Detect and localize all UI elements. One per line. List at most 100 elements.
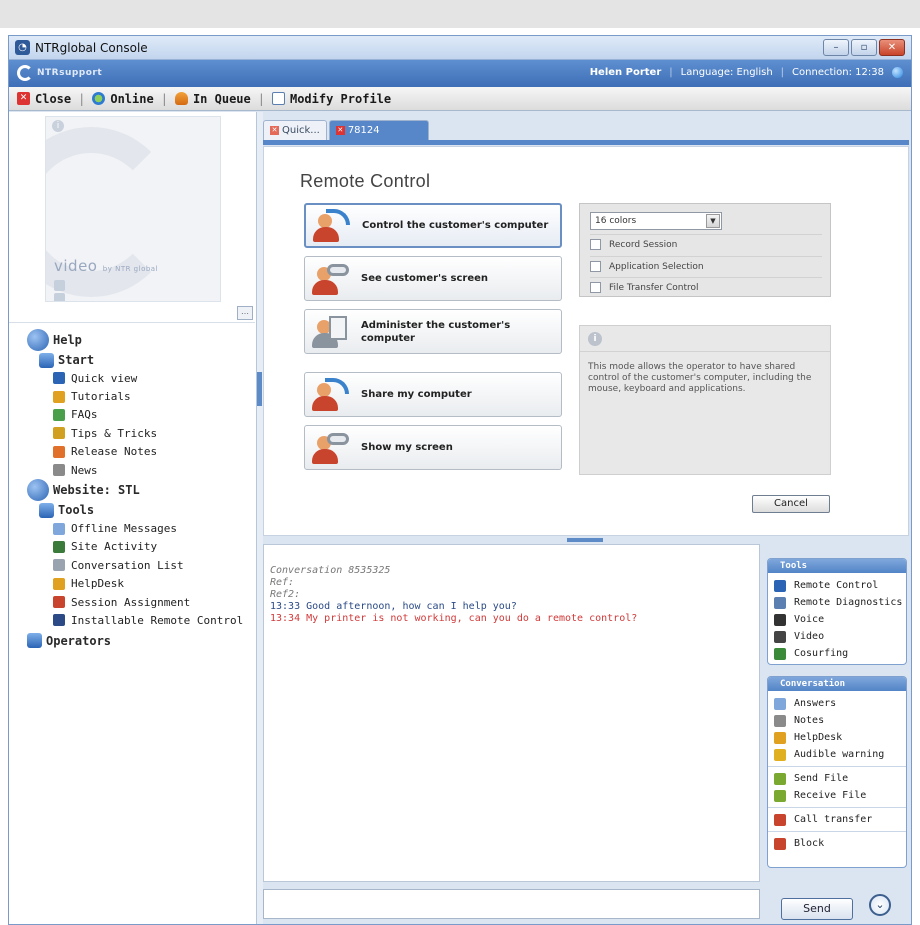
tree-item-installable-remote-control[interactable]: Installable Remote Control (9, 611, 255, 629)
modify-profile-button[interactable]: Modify Profile (271, 92, 391, 106)
button-label: See customer's screen (361, 273, 489, 284)
video-mic-icon[interactable] (54, 280, 65, 291)
help-label: Help (53, 333, 82, 347)
maximize-button[interactable]: ▫ (851, 39, 877, 56)
tools-section[interactable]: Tools (9, 501, 255, 519)
control-computer-button[interactable]: Control the customer's computer (304, 203, 562, 248)
file-transfer-checkbox[interactable]: File Transfer Control (590, 277, 822, 295)
operator-name: Helen Porter (589, 67, 662, 78)
splitter-grip[interactable] (567, 538, 603, 542)
tab-close-icon[interactable]: ✕ (335, 126, 345, 135)
tree-item-quick-view[interactable]: Quick view (9, 369, 255, 387)
conversation-action-call-transfer[interactable]: Call transfer (768, 811, 906, 828)
collapse-video-button[interactable]: … (237, 306, 253, 320)
checkbox-label: Record Session (609, 239, 678, 250)
splitter-grip[interactable] (257, 372, 262, 406)
title-bar: ◔ NTRglobal Console – ▫ ✕ (9, 36, 911, 60)
tool-remote-diagnostics[interactable]: Remote Diagnostics (768, 594, 906, 611)
in-queue-button[interactable]: In Queue (174, 92, 251, 106)
mode-description-box: i This mode allows the operator to have … (579, 325, 831, 475)
tool-cosurfing[interactable]: Cosurfing (768, 645, 906, 662)
conversation-action-helpdesk[interactable]: HelpDesk (768, 729, 906, 746)
operators-section[interactable]: Operators (9, 630, 255, 652)
checkbox-box[interactable] (590, 282, 601, 293)
tree-item-label: Site Activity (71, 540, 158, 554)
video-settings-icon[interactable] (54, 293, 65, 301)
tree-item-faqs[interactable]: FAQs (9, 406, 255, 424)
window-controls: – ▫ ✕ (823, 39, 905, 56)
start-items: Quick view Tutorials FAQs Tips & Tricks Rele… (9, 369, 255, 479)
tree-item-label: Tips & Tricks (71, 426, 158, 440)
conversation-action-audible-warning[interactable]: Audible warning (768, 746, 906, 763)
tool-video[interactable]: Video (768, 628, 906, 645)
tree-item-tutorials[interactable]: Tutorials (9, 387, 255, 405)
remote-diagnostics-icon (774, 596, 786, 609)
receive-file-icon (774, 789, 786, 802)
video-panel: i video by NTR global (45, 116, 221, 302)
close-session-button[interactable]: ✕ Close (17, 92, 71, 106)
info-icon[interactable]: i (52, 120, 64, 132)
notes-icon (774, 714, 786, 727)
tree-item-helpdesk[interactable]: HelpDesk (9, 575, 255, 593)
mode-description: This mode allows the operator to have sh… (588, 362, 812, 394)
tree-item-tips-tricks[interactable]: Tips & Tricks (9, 424, 255, 442)
conversation-action-send-file[interactable]: Send File (768, 770, 906, 787)
tool-voice[interactable]: Voice (768, 611, 906, 628)
conversation-id: Conversation 8535325 (270, 565, 391, 576)
online-button[interactable]: Online (92, 92, 154, 106)
tree-item-label: FAQs (71, 408, 98, 422)
tree-item-conversation-list[interactable]: Conversation List (9, 556, 255, 574)
tab-underline (263, 140, 909, 145)
tree-item-session-assignment[interactable]: Session Assignment (9, 593, 255, 611)
see-screen-button[interactable]: See customer's screen (304, 256, 562, 301)
horizontal-splitter[interactable] (263, 536, 909, 544)
tab-close-icon[interactable]: ✕ (270, 126, 279, 135)
tab-label: 78124 (347, 125, 380, 136)
show-screen-button[interactable]: Show my screen (304, 425, 562, 470)
language-selector[interactable]: Language: English (681, 67, 773, 78)
start-section[interactable]: Start (9, 351, 255, 369)
conversation-action-receive-file[interactable]: Receive File (768, 787, 906, 804)
tree-item-news[interactable]: News (9, 461, 255, 479)
queue-icon (174, 92, 188, 105)
tab-quick[interactable]: ✕ Quick... (263, 120, 327, 140)
chevron-down-icon[interactable]: ⌄ (869, 894, 891, 916)
tab-78124[interactable]: ✕ 78124 (328, 120, 429, 140)
message-input[interactable] (263, 889, 760, 919)
close-window-button[interactable]: ✕ (879, 39, 905, 56)
video-word: video (54, 257, 98, 275)
separator: | (160, 91, 168, 106)
conversation-action-label: Receive File (794, 790, 867, 801)
cancel-button[interactable]: Cancel (752, 495, 830, 513)
minimize-button[interactable]: – (823, 39, 849, 56)
brand-logo: NTRsupport (17, 65, 102, 81)
logo-text: NTRsupport (37, 68, 103, 78)
tree-item-release-notes[interactable]: Release Notes (9, 443, 255, 461)
voice-icon (774, 613, 786, 626)
description-header: i (580, 326, 830, 352)
website-section[interactable]: Website: STL (9, 479, 255, 502)
separator: | (78, 91, 86, 106)
checkbox-box[interactable] (590, 239, 601, 250)
help-section[interactable]: Help (9, 329, 255, 351)
tool-remote-control[interactable]: Remote Control (768, 577, 906, 594)
send-file-icon (774, 772, 786, 785)
administer-button[interactable]: Administer the customer's computer (304, 309, 562, 354)
window-title: NTRglobal Console (35, 41, 148, 55)
conversation-action-answers[interactable]: Answers (768, 695, 906, 712)
button-label: Administer the customer's computer (361, 319, 511, 344)
record-session-checkbox[interactable]: Record Session (590, 234, 822, 252)
divider (768, 766, 906, 767)
send-button[interactable]: Send (781, 898, 853, 920)
conversation-action-notes[interactable]: Notes (768, 712, 906, 729)
release-notes-icon (53, 445, 65, 458)
conversation-action-block[interactable]: Block (768, 835, 906, 852)
tree-item-site-activity[interactable]: Site Activity (9, 538, 255, 556)
color-depth-select[interactable]: 16 colors ▼ (590, 212, 722, 230)
application-selection-checkbox[interactable]: Application Selection (590, 256, 822, 274)
helpdesk-icon (774, 731, 786, 744)
chevron-down-icon[interactable]: ▼ (706, 214, 720, 228)
checkbox-box[interactable] (590, 261, 601, 272)
tree-item-offline-messages[interactable]: Offline Messages (9, 519, 255, 537)
share-computer-button[interactable]: Share my computer (304, 372, 562, 417)
